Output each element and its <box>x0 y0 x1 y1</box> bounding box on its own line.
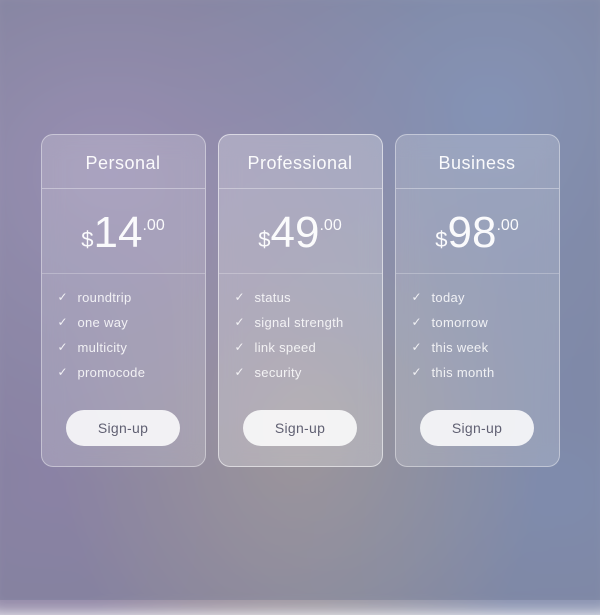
list-item: promocode <box>56 365 191 380</box>
checkmark-icon <box>410 290 424 304</box>
feature-label: this month <box>432 365 495 380</box>
checkmark-icon <box>56 315 70 329</box>
feature-label: today <box>432 290 465 305</box>
plan-card-professional: Professional $49.00 status signal strength l… <box>218 134 383 467</box>
list-item: tomorrow <box>410 315 545 330</box>
feature-label: multicity <box>78 340 128 355</box>
price-cents-personal: .00 <box>142 217 164 235</box>
checkmark-icon <box>233 340 247 354</box>
pricing-container: Personal$14.00roundtripone waymulticityp… <box>21 114 580 487</box>
price-cents-business: .00 <box>496 217 518 235</box>
signup-button-business[interactable]: Sign-up <box>420 410 534 446</box>
signup-section-personal: Sign-up <box>42 396 205 466</box>
checkmark-icon <box>410 340 424 354</box>
signup-button-professional[interactable]: Sign-up <box>243 410 357 446</box>
plan-name-professional: Professional <box>229 153 372 174</box>
plan-header-business: Business <box>396 135 559 189</box>
checkmark-icon <box>233 290 247 304</box>
price-cents-professional: .00 <box>319 217 341 235</box>
plan-name-business: Business <box>406 153 549 174</box>
price-amount-professional: 49 <box>271 211 320 255</box>
feature-label: roundtrip <box>78 290 132 305</box>
price-amount-business: 98 <box>448 211 497 255</box>
plan-price-section-professional: $49.00 <box>219 189 382 274</box>
feature-label: this week <box>432 340 489 355</box>
plan-name-personal: Personal <box>52 153 195 174</box>
list-item: one way <box>56 315 191 330</box>
list-item: security <box>233 365 368 380</box>
features-list-business: today tomorrow this week this month <box>396 274 559 396</box>
feature-label: link speed <box>255 340 317 355</box>
feature-label: signal strength <box>255 315 344 330</box>
price-amount-personal: 14 <box>94 211 143 255</box>
plan-price-section-personal: $14.00 <box>42 189 205 274</box>
list-item: multicity <box>56 340 191 355</box>
checkmark-icon <box>233 365 247 379</box>
features-list-professional: status signal strength link speed security <box>219 274 382 396</box>
checkmark-icon <box>56 365 70 379</box>
signup-section-business: Sign-up <box>396 396 559 466</box>
plan-price-section-business: $98.00 <box>396 189 559 274</box>
features-list-personal: roundtrip one way multicity promocode <box>42 274 205 396</box>
checkmark-icon <box>233 315 247 329</box>
plan-card-business: Business $98.00 today tomorrow this week this… <box>395 134 560 467</box>
feature-label: promocode <box>78 365 146 380</box>
checkmark-icon <box>56 340 70 354</box>
signup-section-professional: Sign-up <box>219 396 382 466</box>
checkmark-icon <box>410 315 424 329</box>
list-item: link speed <box>233 340 368 355</box>
price-currency-business: $ <box>435 227 447 253</box>
checkmark-icon <box>56 290 70 304</box>
list-item: roundtrip <box>56 290 191 305</box>
plan-header-professional: Professional <box>219 135 382 189</box>
checkmark-icon <box>410 365 424 379</box>
list-item: today <box>410 290 545 305</box>
feature-label: security <box>255 365 302 380</box>
feature-label: status <box>255 290 291 305</box>
list-item: status <box>233 290 368 305</box>
feature-label: tomorrow <box>432 315 489 330</box>
list-item: signal strength <box>233 315 368 330</box>
plan-header-personal: Personal <box>42 135 205 189</box>
feature-label: one way <box>78 315 129 330</box>
signup-button-personal[interactable]: Sign-up <box>66 410 180 446</box>
price-currency-professional: $ <box>258 227 270 253</box>
price-currency-personal: $ <box>81 227 93 253</box>
list-item: this month <box>410 365 545 380</box>
list-item: this week <box>410 340 545 355</box>
plan-card-personal: Personal $14.00 roundtrip one way multicity p… <box>41 134 206 467</box>
